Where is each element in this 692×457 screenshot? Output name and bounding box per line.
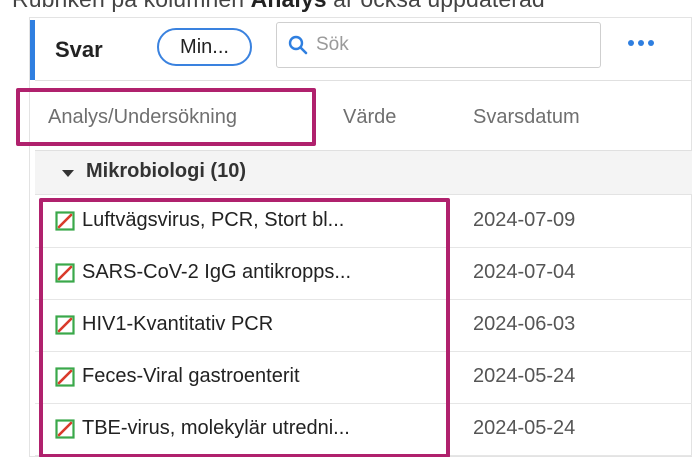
row-date: 2024-07-09 — [473, 209, 576, 231]
search-icon — [288, 35, 308, 55]
caret-down-icon[interactable] — [62, 170, 74, 177]
caption-before: Rubriken på kolumnen — [12, 0, 244, 12]
rows-highlight — [39, 198, 450, 457]
more-dots-icon[interactable] — [628, 40, 654, 46]
active-accent-bar — [30, 20, 35, 80]
row-date: 2024-05-24 — [473, 417, 576, 439]
search-input[interactable] — [316, 34, 576, 56]
row-date: 2024-06-03 — [473, 313, 576, 335]
filter-pill-button[interactable]: Min... — [157, 28, 252, 66]
panel-title: Svar — [55, 37, 103, 62]
search-field[interactable] — [276, 22, 601, 68]
column-header-value[interactable]: Värde — [343, 106, 396, 129]
document-caption: Rubriken på kolumnen Analys är ocksa upp… — [12, 0, 545, 13]
row-date: 2024-05-24 — [473, 365, 576, 387]
group-label: Mikrobiologi (10) — [86, 160, 246, 182]
column-header-highlight — [16, 88, 316, 146]
row-date: 2024-07-04 — [473, 261, 576, 283]
caption-bold: Analys — [251, 0, 327, 12]
caption-after: är ocksa uppdaterad — [333, 0, 545, 12]
column-header-date[interactable]: Svarsdatum — [473, 106, 580, 129]
